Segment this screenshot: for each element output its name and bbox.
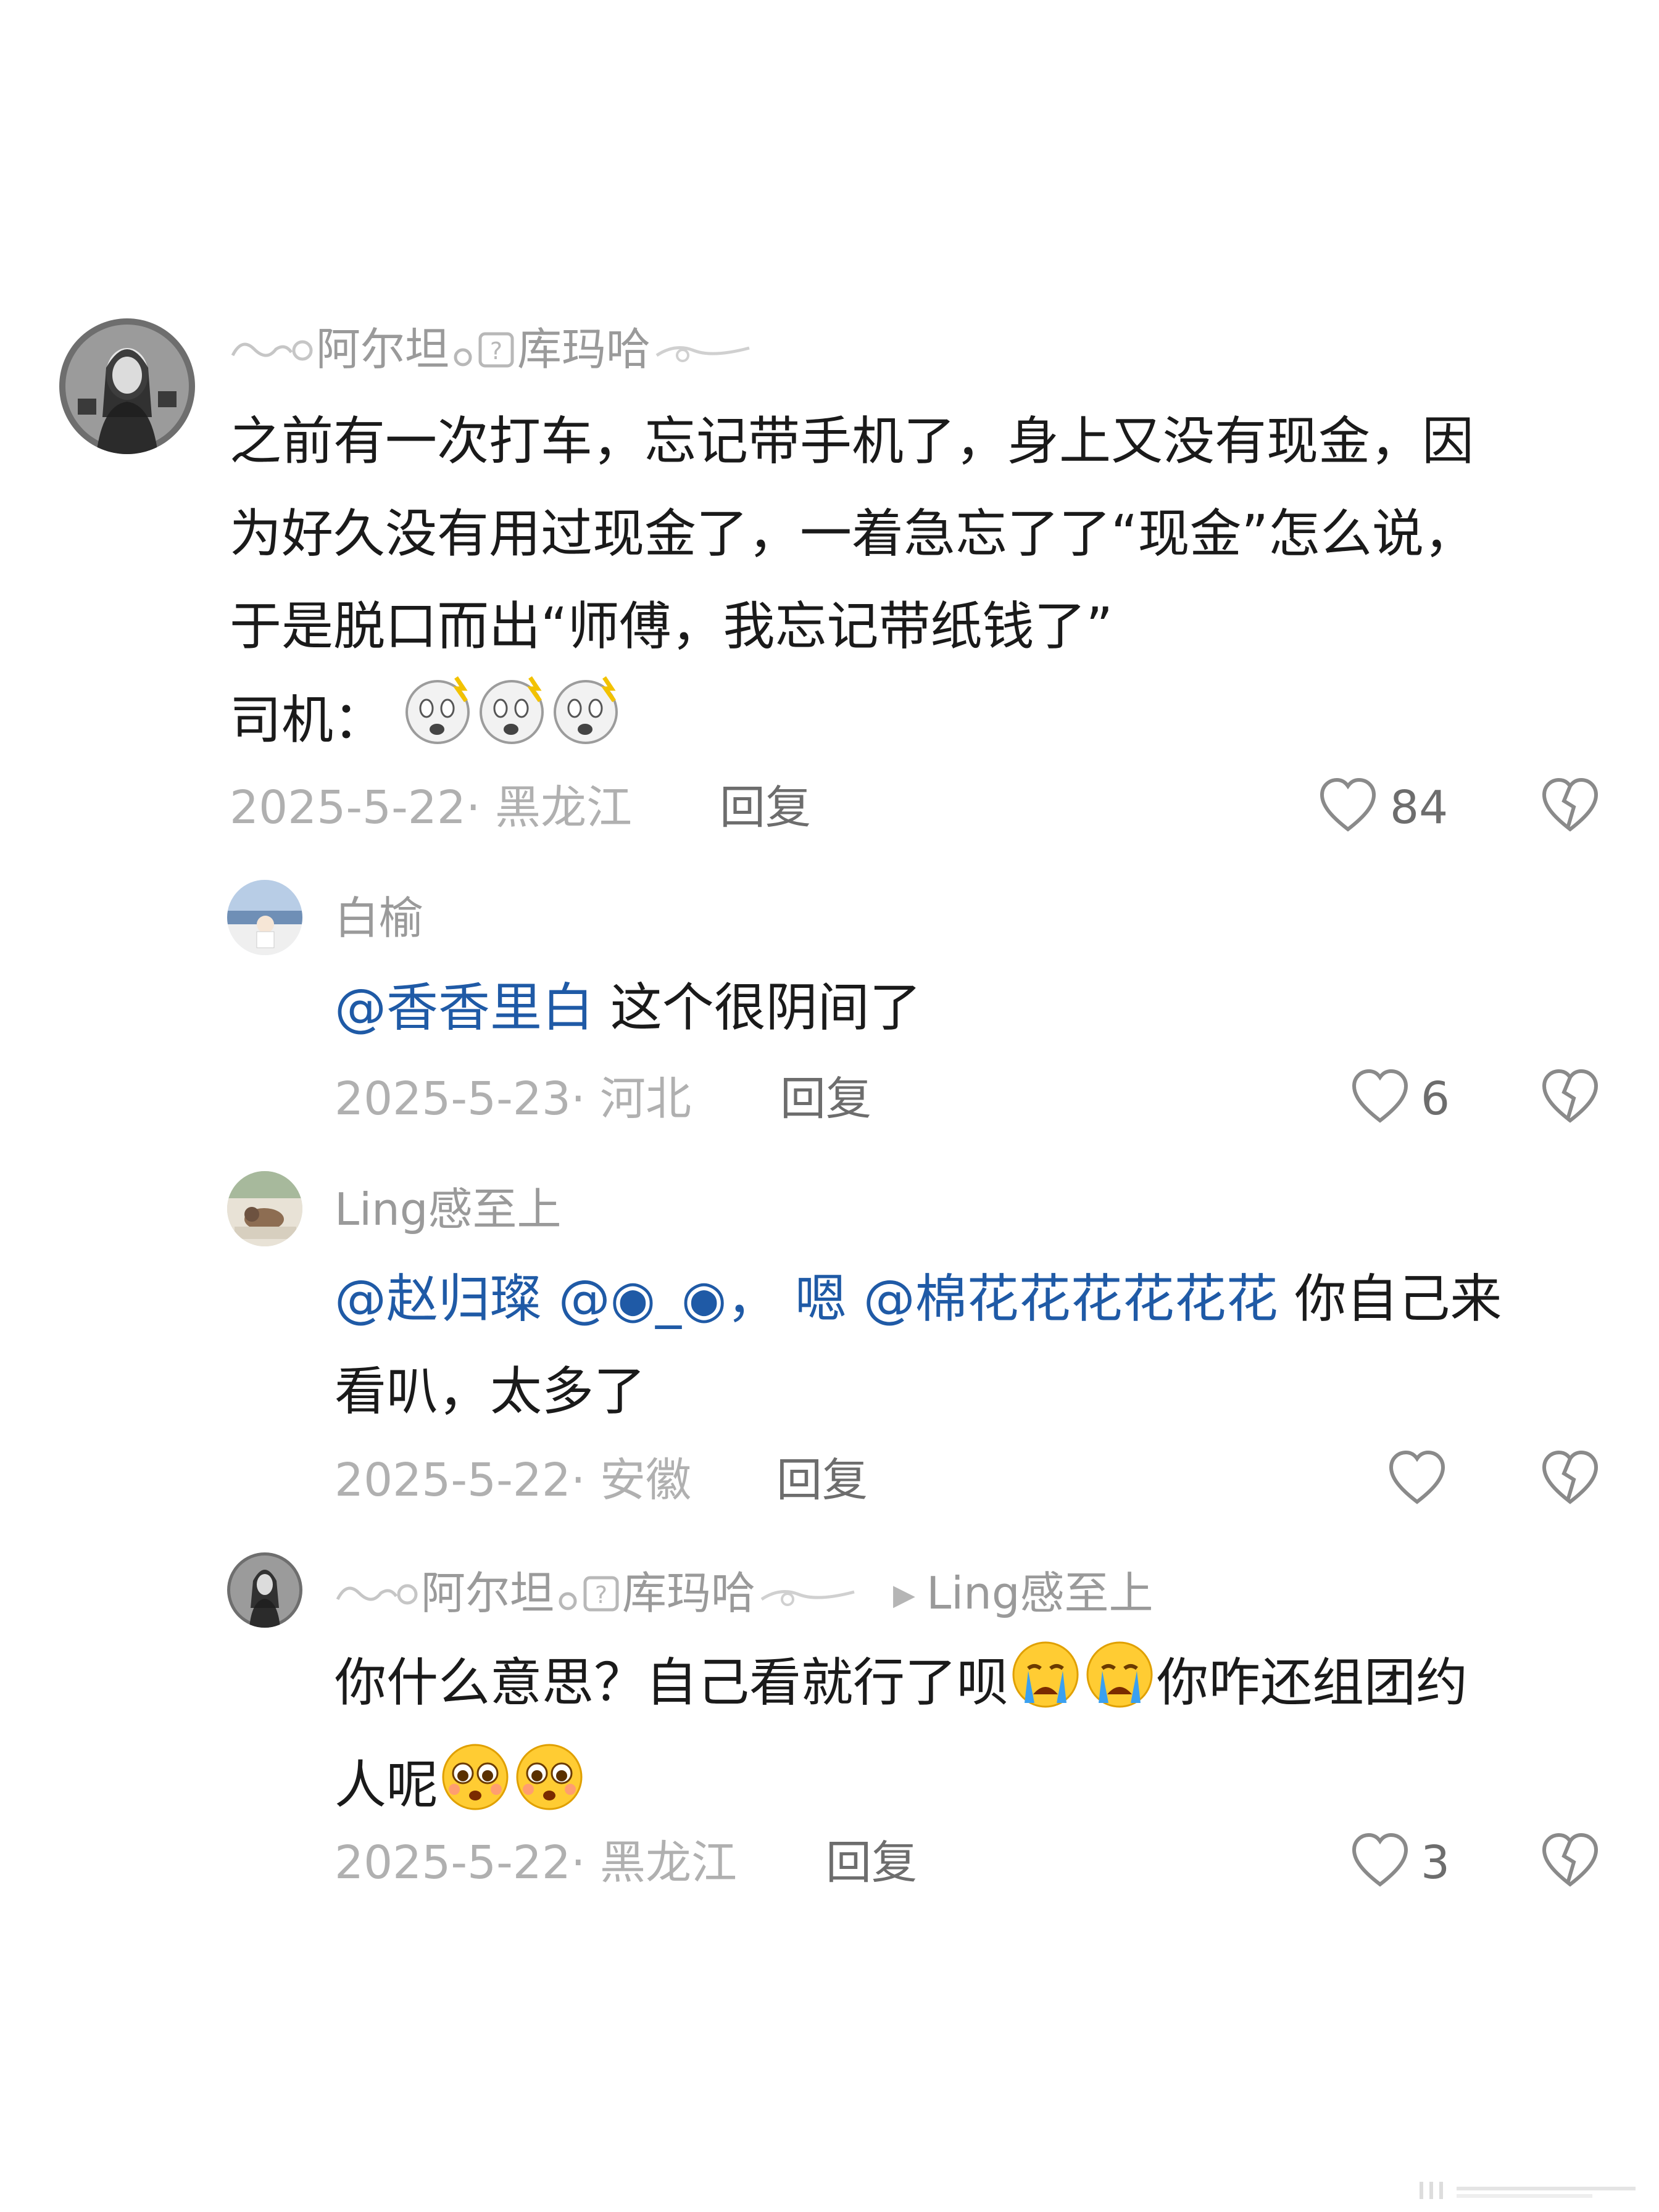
reply-arrow-icon: ▸ xyxy=(892,1567,916,1619)
comment-text: 之前有一次打车，忘记带手机了，身上又没有现金，因 为好久没有用过现金了，一着急忘… xyxy=(230,395,1612,775)
reply-button[interactable]: 回复 xyxy=(826,1840,917,1886)
mention-link[interactable]: @香香里白 xyxy=(335,977,594,1038)
avatar[interactable] xyxy=(227,1552,302,1628)
reply-button[interactable]: 回复 xyxy=(780,1076,871,1122)
comment-line: 看叭，太多了 xyxy=(335,1361,646,1422)
watermark-logo xyxy=(1420,2178,1642,2205)
like-count: 6 xyxy=(1421,1072,1450,1125)
comment-date-location: 2025-5-22· 安徽 xyxy=(335,1454,692,1507)
svg-text:?: ? xyxy=(595,1581,607,1609)
comment-date-location: 2025-5-22· 黑龙江 xyxy=(230,781,633,834)
dislike-broken-heart-icon[interactable] xyxy=(1539,1066,1601,1128)
like-count: 3 xyxy=(1421,1836,1450,1889)
reply-button[interactable]: 回复 xyxy=(776,1457,868,1503)
decorative-wave-icon xyxy=(755,1574,860,1618)
comment-text: @香香里白 这个很阴间了 xyxy=(335,977,921,1038)
username-text: 阿尔坦 xyxy=(316,323,450,375)
comment-line: 司机： xyxy=(230,673,1612,775)
dislike-broken-heart-icon[interactable] xyxy=(1539,1830,1601,1892)
like-heart-icon[interactable] xyxy=(1349,1830,1411,1892)
decorative-wave-icon xyxy=(651,330,755,375)
mention-link[interactable]: 嗯 @棉花花花花花花 xyxy=(795,1269,1278,1329)
shocked-face-icon xyxy=(550,673,624,775)
like-heart-icon[interactable] xyxy=(1317,775,1379,837)
like-heart-icon[interactable] xyxy=(1349,1066,1411,1128)
comment-line: 于是脱口而出“师傅，我忘记带纸钱了” xyxy=(230,596,1113,657)
username-suffix: 库玛哈 xyxy=(517,323,651,375)
username[interactable]: Ling感至上 xyxy=(335,1187,561,1232)
crying-face-icon xyxy=(1083,1635,1157,1738)
decorative-mark-icon: ? xyxy=(449,328,517,378)
mention-link[interactable]: @赵归璨 xyxy=(335,1269,542,1329)
comment-date-location: 2025-5-23· 河北 xyxy=(335,1072,692,1125)
comment-text: @赵归璨 @◉_◉， 嗯 @棉花花花花花花 你自己来 看叭，太多了 xyxy=(335,1253,1618,1438)
decorative-swirl-icon xyxy=(230,330,316,375)
username[interactable]: 白榆 xyxy=(335,896,423,940)
crying-face-icon xyxy=(1008,1635,1083,1738)
reply-to-username[interactable]: Ling感至上 xyxy=(926,1567,1153,1619)
username[interactable]: 阿尔坦 ? 库玛哈 ▸ Ling感至上 xyxy=(335,1571,1154,1622)
username-text: 阿尔坦 xyxy=(421,1567,555,1619)
username-suffix: 库玛哈 xyxy=(622,1567,756,1619)
svg-text:?: ? xyxy=(490,338,502,365)
reply-button[interactable]: 回复 xyxy=(720,785,811,831)
dislike-broken-heart-icon[interactable] xyxy=(1539,1448,1601,1509)
shocked-face-icon xyxy=(476,673,550,775)
comment-text: 你什么意思？自己看就行了呗 你咋还组团约 人呢 xyxy=(335,1635,1618,1840)
mention-link[interactable]: @◉_◉ xyxy=(542,1269,727,1329)
comment-date-location: 2025-5-22· 黑龙江 xyxy=(335,1836,738,1889)
pleading-face-icon xyxy=(512,1738,586,1840)
like-heart-icon[interactable] xyxy=(1386,1448,1448,1509)
comment-line: 为好久没有用过现金了，一着急忘了了“现金”怎么说， xyxy=(230,503,1476,564)
comment-line: 之前有一次打车，忘记带手机了，身上又没有现金，因 xyxy=(230,411,1474,471)
decorative-swirl-icon xyxy=(335,1574,421,1618)
shocked-face-icon xyxy=(402,673,476,775)
avatar[interactable] xyxy=(59,318,195,454)
decorative-mark-icon: ? xyxy=(554,1572,622,1622)
username[interactable]: 阿尔坦 ? 库玛哈 xyxy=(230,327,755,378)
like-count: 84 xyxy=(1390,781,1449,834)
dislike-broken-heart-icon[interactable] xyxy=(1539,775,1601,837)
avatar[interactable] xyxy=(227,880,302,955)
pleading-face-icon xyxy=(438,1738,512,1840)
avatar[interactable] xyxy=(227,1171,302,1246)
